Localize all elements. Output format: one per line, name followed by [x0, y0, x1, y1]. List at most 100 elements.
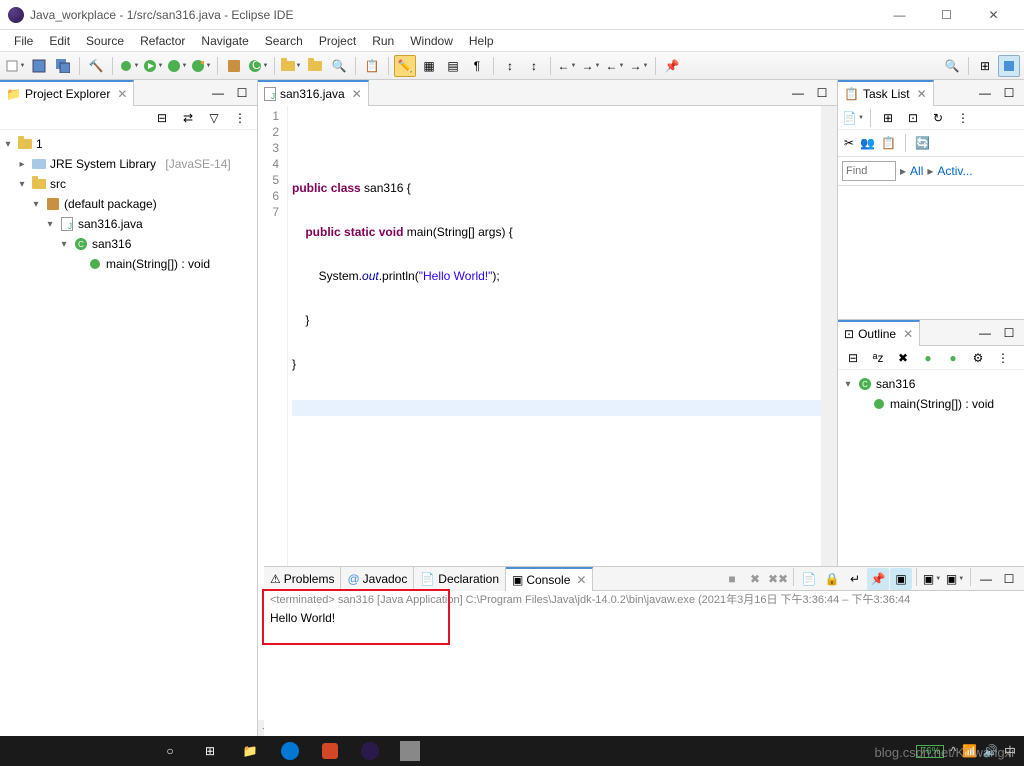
menu-search[interactable]: Search	[257, 32, 311, 50]
new-button[interactable]: ▼	[4, 55, 26, 77]
menu-window[interactable]: Window	[402, 32, 461, 50]
editor-tab-san316[interactable]: san316.java ✕	[258, 80, 369, 106]
forward2-button[interactable]: →▼	[628, 55, 650, 77]
filter-all-icon[interactable]: 📋	[881, 136, 896, 150]
focus-icon[interactable]: ↻	[927, 107, 949, 129]
open-console-icon[interactable]: ▣▼	[921, 568, 943, 590]
sync-icon[interactable]: 🔄	[915, 136, 930, 150]
back-button[interactable]: ←▼	[556, 55, 578, 77]
tray-ime-icon[interactable]: 中	[1004, 743, 1016, 760]
activate-link[interactable]: Activ...	[937, 164, 972, 178]
edge-taskbar[interactable]	[270, 736, 310, 766]
clear-console-icon[interactable]: 📄	[798, 568, 820, 590]
scroll-lock-icon[interactable]: 🔒	[821, 568, 843, 590]
close-tab-icon[interactable]: ✕	[352, 87, 362, 101]
tree-method[interactable]: main(String[]) : void	[2, 254, 255, 274]
remove-all-icon[interactable]: ✖✖	[767, 568, 789, 590]
maximize-editor-icon[interactable]: ☐	[811, 82, 833, 104]
collapse-all-icon[interactable]: ⊟	[151, 107, 173, 129]
hide-fields-icon[interactable]: ✖	[892, 347, 914, 369]
tray-volume-icon[interactable]: 🔊	[983, 744, 998, 758]
task-list-tab[interactable]: 📋 Task List ✕	[838, 80, 934, 106]
menu-project[interactable]: Project	[311, 32, 364, 50]
all-link[interactable]: All	[910, 164, 923, 178]
maximize-outline-icon[interactable]: ☐	[998, 322, 1020, 344]
tree-jre[interactable]: ▸JRE System Library [JavaSE-14]	[2, 154, 255, 174]
eclipse-taskbar[interactable]	[350, 736, 390, 766]
show-whitespace-button[interactable]: ▤	[442, 55, 464, 77]
schedule-icon[interactable]: ⊡	[902, 107, 924, 129]
paragraph-button[interactable]: ¶	[466, 55, 488, 77]
outline-menu-icon[interactable]: ⋮	[992, 347, 1014, 369]
next-annotation-button[interactable]: ↕	[499, 55, 521, 77]
run-last-button[interactable]: ▼	[190, 55, 212, 77]
menu-run[interactable]: Run	[364, 32, 402, 50]
toggle-annotation-button[interactable]: 📋	[361, 55, 383, 77]
app-taskbar[interactable]	[390, 736, 430, 766]
maximize-button[interactable]: ☐	[924, 1, 969, 29]
maximize-view-icon[interactable]: ☐	[231, 82, 253, 104]
link-editor-icon[interactable]: ⇄	[177, 107, 199, 129]
new-task-icon[interactable]: 📄▼	[842, 107, 864, 129]
menu-edit[interactable]: Edit	[41, 32, 78, 50]
find-input[interactable]	[842, 161, 896, 181]
forward-button[interactable]: →▼	[580, 55, 602, 77]
tree-java-file[interactable]: ▾san316.java	[2, 214, 255, 234]
close-tasklist-icon[interactable]: ✕	[917, 87, 927, 101]
menu-refactor[interactable]: Refactor	[132, 32, 193, 50]
menu-file[interactable]: File	[6, 32, 41, 50]
console-tab[interactable]: ▣Console✕	[506, 567, 593, 591]
prev-annotation-button[interactable]: ↕	[523, 55, 545, 77]
remove-launch-icon[interactable]: ✖	[744, 568, 766, 590]
file-explorer-taskbar[interactable]: 📁	[230, 736, 270, 766]
powerpoint-taskbar[interactable]	[310, 736, 350, 766]
close-button[interactable]: ✕	[971, 1, 1016, 29]
save-button[interactable]	[28, 55, 50, 77]
tray-chevron-icon[interactable]: ^	[950, 744, 956, 758]
word-wrap-icon[interactable]: ↵	[844, 568, 866, 590]
quick-access-button[interactable]: 🔍	[941, 55, 963, 77]
task-view-button[interactable]: ⊞	[190, 736, 230, 766]
save-all-button[interactable]	[52, 55, 74, 77]
minimize-editor-icon[interactable]: —	[787, 82, 809, 104]
tree-package[interactable]: ▾(default package)	[2, 194, 255, 214]
java-perspective-button[interactable]	[998, 55, 1020, 77]
pin-console-icon[interactable]: 📌	[867, 568, 889, 590]
az-sort-icon[interactable]: az	[867, 347, 889, 369]
declaration-tab[interactable]: 📄Declaration	[414, 567, 506, 591]
start-button[interactable]: ○	[150, 736, 190, 766]
tree-src[interactable]: ▾src	[2, 174, 255, 194]
menu-source[interactable]: Source	[78, 32, 132, 50]
problems-tab[interactable]: ⚠Problems	[264, 567, 341, 591]
menu-help[interactable]: Help	[461, 32, 502, 50]
filter-none-icon[interactable]: ✂	[844, 136, 854, 150]
outline-method[interactable]: main(String[]) : void	[842, 394, 1020, 414]
categorize-icon[interactable]: ⊞	[877, 107, 899, 129]
tree-project[interactable]: ▾1	[2, 134, 255, 154]
view-menu-icon[interactable]: ⋮	[229, 107, 251, 129]
perspective-button[interactable]: ⊞	[974, 55, 996, 77]
back2-button[interactable]: ←▼	[604, 55, 626, 77]
tree-class[interactable]: ▾Csan316	[2, 234, 255, 254]
run-button[interactable]: ▼	[142, 55, 164, 77]
close-console-icon[interactable]: ✕	[576, 573, 586, 587]
terminate-icon[interactable]: ■	[721, 568, 743, 590]
tasklist-menu-icon[interactable]: ⋮	[952, 107, 974, 129]
maximize-bottom-icon[interactable]: ☐	[998, 568, 1020, 590]
minimize-button[interactable]: —	[877, 1, 922, 29]
filter-icon[interactable]: ▽	[203, 107, 225, 129]
system-tray[interactable]: 76% ^ 📶 🔊 中	[916, 743, 1024, 760]
new-package-button[interactable]	[223, 55, 245, 77]
debug-tool-icon[interactable]: 🔨	[85, 55, 107, 77]
console-output[interactable]: Hello World!	[264, 609, 1024, 736]
toggle-mark-button[interactable]: ✏️	[394, 55, 416, 77]
display-console-icon[interactable]: ▣	[890, 568, 912, 590]
pin-button[interactable]: 📌	[661, 55, 683, 77]
minimize-view-icon[interactable]: —	[207, 82, 229, 104]
outline-class[interactable]: ▾Csan316	[842, 374, 1020, 394]
open-task-button[interactable]	[304, 55, 326, 77]
project-tree[interactable]: ▾1 ▸JRE System Library [JavaSE-14] ▾src …	[0, 130, 257, 736]
minimize-outline-icon[interactable]: —	[974, 322, 996, 344]
debug-button[interactable]: ▼	[118, 55, 140, 77]
close-outline-icon[interactable]: ✕	[903, 327, 913, 341]
